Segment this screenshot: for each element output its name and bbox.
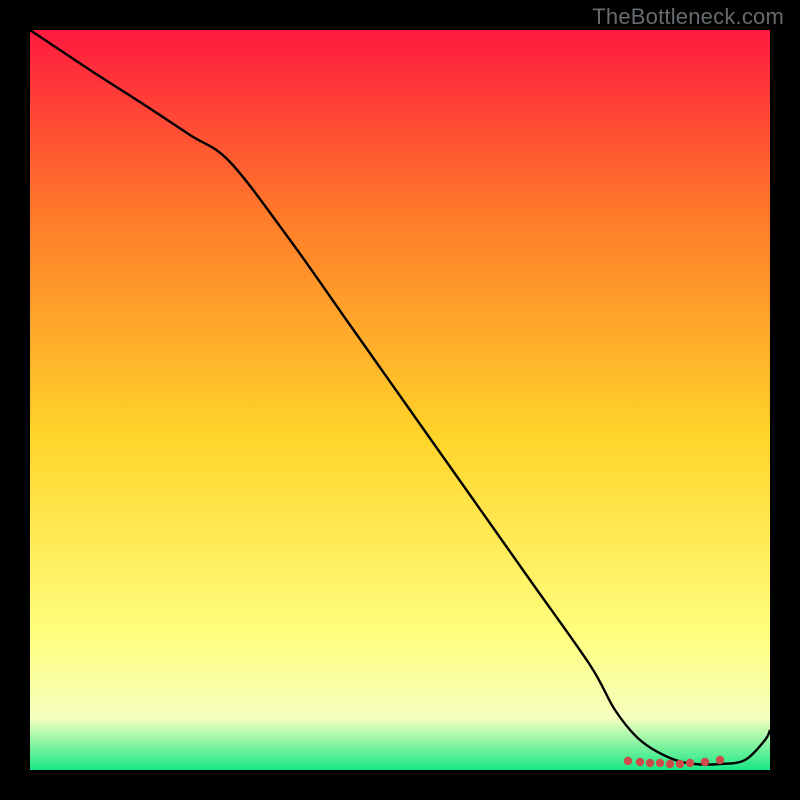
scatter-point <box>624 757 632 765</box>
scatter-point <box>676 760 684 768</box>
watermark-text: TheBottleneck.com <box>592 4 784 30</box>
scatter-point <box>716 756 724 764</box>
scatter-point <box>666 760 674 768</box>
gradient-background <box>30 30 770 770</box>
chart-svg <box>30 30 770 770</box>
scatter-point <box>656 759 664 767</box>
scatter-point <box>686 759 694 767</box>
scatter-point <box>646 759 654 767</box>
chart-container: TheBottleneck.com <box>0 0 800 800</box>
scatter-point <box>701 758 709 766</box>
plot-area <box>30 30 770 770</box>
scatter-point <box>636 758 644 766</box>
